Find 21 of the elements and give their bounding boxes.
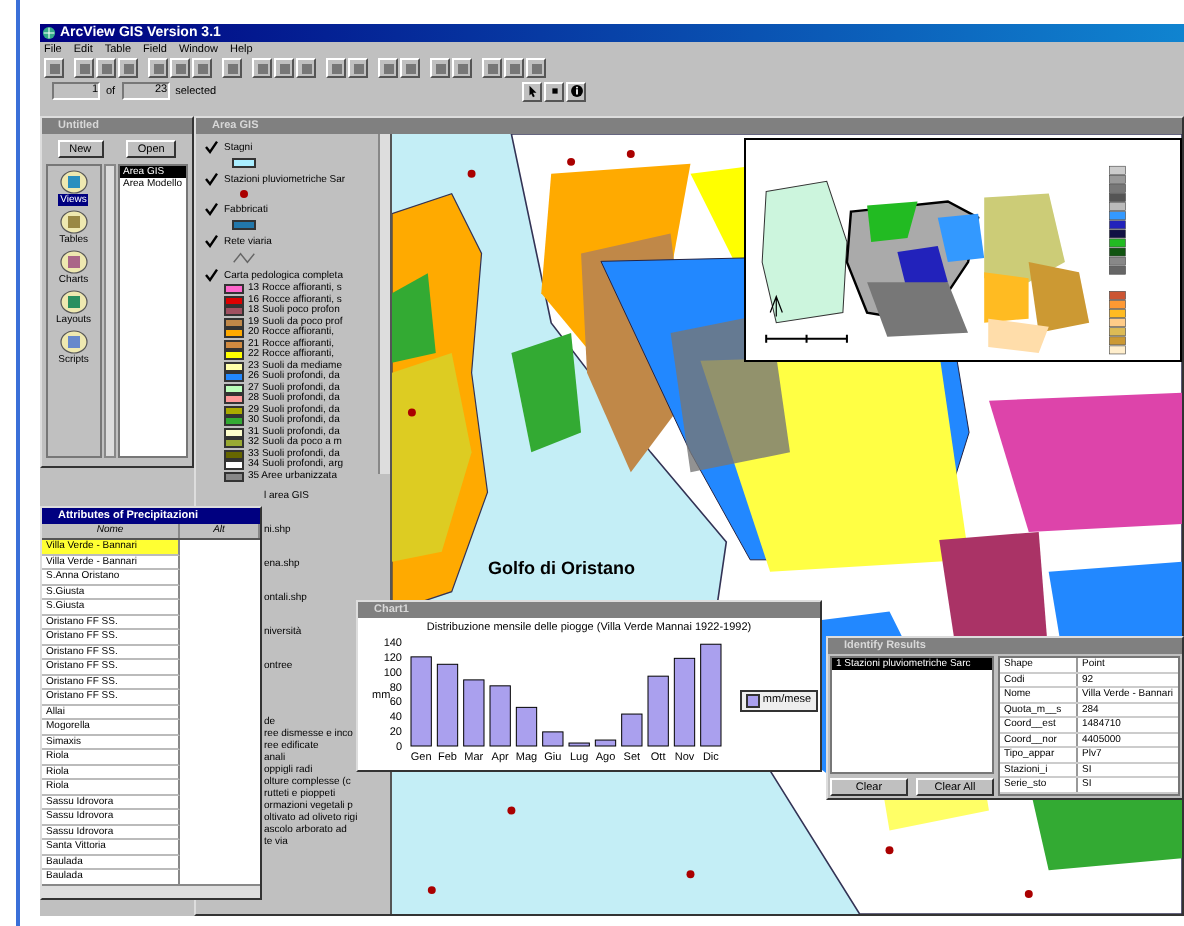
identify-tool-button[interactable]: [566, 81, 587, 101]
map-label: Golfo di Oristano: [488, 558, 635, 578]
document-type-icon[interactable]: [59, 290, 88, 314]
scrollbar[interactable]: [42, 884, 260, 898]
layer-checkbox[interactable]: [204, 268, 218, 282]
document-type-icon[interactable]: [59, 250, 88, 274]
document-type-icon[interactable]: [59, 210, 88, 234]
document-type-icon[interactable]: [59, 170, 88, 194]
document-type-icon[interactable]: [59, 330, 88, 354]
vertex-tool-button[interactable]: [544, 81, 565, 101]
info-icon: [569, 84, 584, 98]
pointer-tool-button[interactable]: [522, 81, 543, 101]
line-symbol-icon: [232, 252, 256, 264]
scrollbar[interactable]: [378, 134, 390, 474]
layer-checkbox[interactable]: [204, 202, 218, 216]
layer-checkbox[interactable]: [204, 140, 218, 154]
pointer-icon: [525, 84, 540, 98]
globe-icon: [42, 26, 56, 40]
layer-checkbox[interactable]: [204, 234, 218, 248]
scrollbar[interactable]: [103, 164, 116, 458]
layer-checkbox[interactable]: [204, 172, 218, 186]
